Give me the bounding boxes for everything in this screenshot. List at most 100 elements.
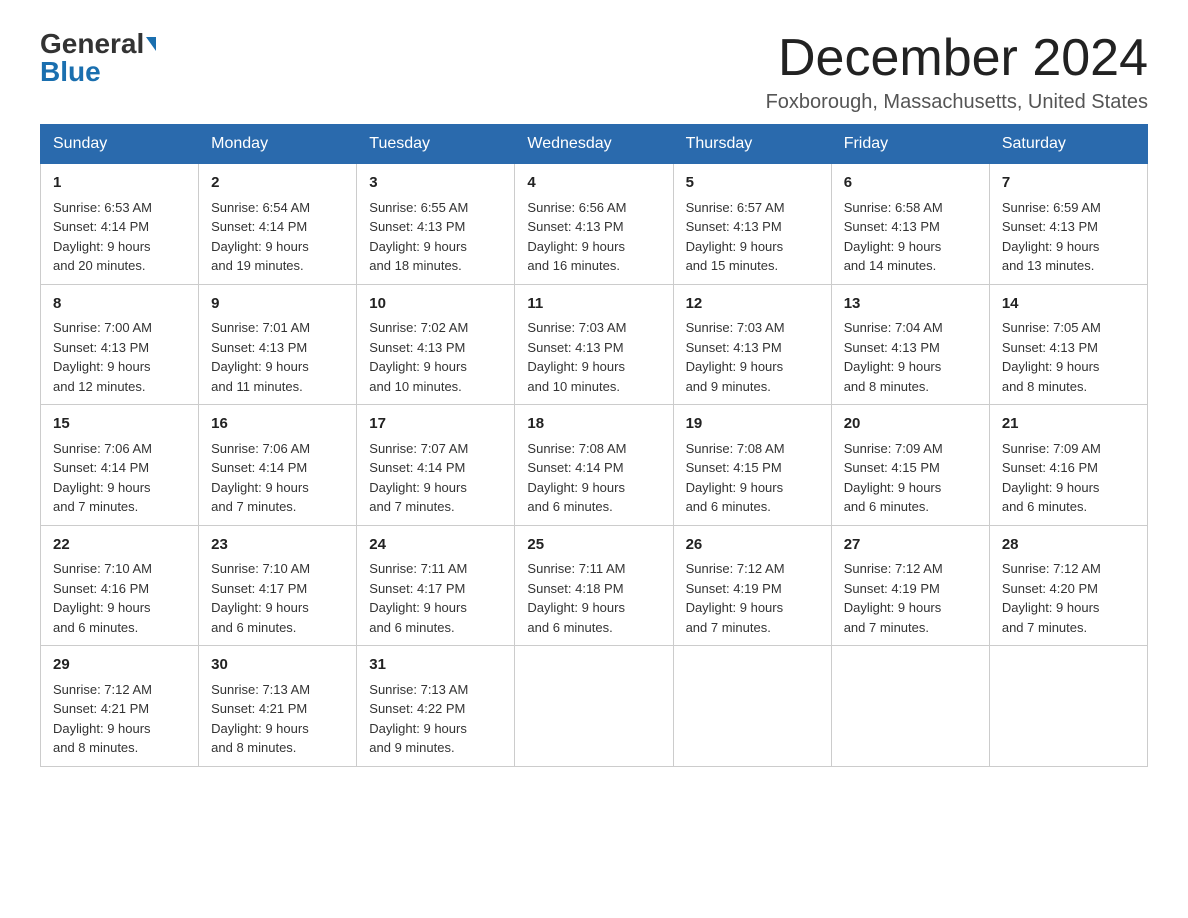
day-info: Sunrise: 6:55 AMSunset: 4:13 PMDaylight:… xyxy=(369,200,468,274)
day-info: Sunrise: 7:10 AMSunset: 4:17 PMDaylight:… xyxy=(211,561,310,635)
day-info: Sunrise: 7:13 AMSunset: 4:22 PMDaylight:… xyxy=(369,682,468,756)
calendar-day-cell: 6 Sunrise: 6:58 AMSunset: 4:13 PMDayligh… xyxy=(831,164,989,285)
day-info: Sunrise: 6:53 AMSunset: 4:14 PMDaylight:… xyxy=(53,200,152,274)
calendar-day-cell: 30 Sunrise: 7:13 AMSunset: 4:21 PMDaylig… xyxy=(199,646,357,767)
calendar-day-cell: 3 Sunrise: 6:55 AMSunset: 4:13 PMDayligh… xyxy=(357,164,515,285)
logo: General Blue xyxy=(40,30,156,86)
day-number: 14 xyxy=(1002,293,1135,316)
day-info: Sunrise: 7:12 AMSunset: 4:21 PMDaylight:… xyxy=(53,682,152,756)
day-info: Sunrise: 7:08 AMSunset: 4:14 PMDaylight:… xyxy=(527,441,626,515)
calendar-day-cell: 31 Sunrise: 7:13 AMSunset: 4:22 PMDaylig… xyxy=(357,646,515,767)
day-number: 17 xyxy=(369,413,502,436)
day-info: Sunrise: 6:58 AMSunset: 4:13 PMDaylight:… xyxy=(844,200,943,274)
day-info: Sunrise: 7:02 AMSunset: 4:13 PMDaylight:… xyxy=(369,320,468,394)
calendar-day-cell: 12 Sunrise: 7:03 AMSunset: 4:13 PMDaylig… xyxy=(673,284,831,405)
calendar-day-cell xyxy=(673,646,831,767)
day-number: 8 xyxy=(53,293,186,316)
day-info: Sunrise: 6:57 AMSunset: 4:13 PMDaylight:… xyxy=(686,200,785,274)
day-info: Sunrise: 7:05 AMSunset: 4:13 PMDaylight:… xyxy=(1002,320,1101,394)
calendar-week-row: 8 Sunrise: 7:00 AMSunset: 4:13 PMDayligh… xyxy=(41,284,1148,405)
day-number: 7 xyxy=(1002,172,1135,195)
day-info: Sunrise: 7:01 AMSunset: 4:13 PMDaylight:… xyxy=(211,320,310,394)
calendar-day-cell: 19 Sunrise: 7:08 AMSunset: 4:15 PMDaylig… xyxy=(673,405,831,526)
day-number: 11 xyxy=(527,293,660,316)
calendar-day-cell: 16 Sunrise: 7:06 AMSunset: 4:14 PMDaylig… xyxy=(199,405,357,526)
calendar-week-row: 15 Sunrise: 7:06 AMSunset: 4:14 PMDaylig… xyxy=(41,405,1148,526)
day-number: 30 xyxy=(211,654,344,677)
day-info: Sunrise: 7:07 AMSunset: 4:14 PMDaylight:… xyxy=(369,441,468,515)
calendar-day-cell: 21 Sunrise: 7:09 AMSunset: 4:16 PMDaylig… xyxy=(989,405,1147,526)
day-number: 13 xyxy=(844,293,977,316)
calendar-day-cell: 26 Sunrise: 7:12 AMSunset: 4:19 PMDaylig… xyxy=(673,525,831,646)
calendar-day-cell xyxy=(831,646,989,767)
day-number: 4 xyxy=(527,172,660,195)
weekday-header-thursday: Thursday xyxy=(673,125,831,164)
weekday-header-tuesday: Tuesday xyxy=(357,125,515,164)
calendar-day-cell: 4 Sunrise: 6:56 AMSunset: 4:13 PMDayligh… xyxy=(515,164,673,285)
calendar-day-cell: 27 Sunrise: 7:12 AMSunset: 4:19 PMDaylig… xyxy=(831,525,989,646)
weekday-header-sunday: Sunday xyxy=(41,125,199,164)
day-number: 27 xyxy=(844,534,977,557)
calendar-day-cell: 15 Sunrise: 7:06 AMSunset: 4:14 PMDaylig… xyxy=(41,405,199,526)
day-number: 28 xyxy=(1002,534,1135,557)
day-info: Sunrise: 7:03 AMSunset: 4:13 PMDaylight:… xyxy=(527,320,626,394)
day-number: 24 xyxy=(369,534,502,557)
calendar-day-cell: 29 Sunrise: 7:12 AMSunset: 4:21 PMDaylig… xyxy=(41,646,199,767)
day-number: 10 xyxy=(369,293,502,316)
day-number: 12 xyxy=(686,293,819,316)
day-number: 9 xyxy=(211,293,344,316)
day-number: 29 xyxy=(53,654,186,677)
day-info: Sunrise: 7:08 AMSunset: 4:15 PMDaylight:… xyxy=(686,441,785,515)
day-info: Sunrise: 7:12 AMSunset: 4:19 PMDaylight:… xyxy=(844,561,943,635)
calendar-day-cell: 14 Sunrise: 7:05 AMSunset: 4:13 PMDaylig… xyxy=(989,284,1147,405)
calendar-day-cell: 13 Sunrise: 7:04 AMSunset: 4:13 PMDaylig… xyxy=(831,284,989,405)
calendar-day-cell: 1 Sunrise: 6:53 AMSunset: 4:14 PMDayligh… xyxy=(41,164,199,285)
calendar-week-row: 29 Sunrise: 7:12 AMSunset: 4:21 PMDaylig… xyxy=(41,646,1148,767)
day-number: 31 xyxy=(369,654,502,677)
day-info: Sunrise: 6:56 AMSunset: 4:13 PMDaylight:… xyxy=(527,200,626,274)
day-number: 1 xyxy=(53,172,186,195)
logo-general: General xyxy=(40,30,144,58)
day-number: 3 xyxy=(369,172,502,195)
day-info: Sunrise: 7:11 AMSunset: 4:17 PMDaylight:… xyxy=(369,561,467,635)
calendar-day-cell: 8 Sunrise: 7:00 AMSunset: 4:13 PMDayligh… xyxy=(41,284,199,405)
calendar-day-cell: 18 Sunrise: 7:08 AMSunset: 4:14 PMDaylig… xyxy=(515,405,673,526)
month-title: December 2024 xyxy=(766,30,1148,87)
calendar-week-row: 22 Sunrise: 7:10 AMSunset: 4:16 PMDaylig… xyxy=(41,525,1148,646)
day-info: Sunrise: 7:09 AMSunset: 4:15 PMDaylight:… xyxy=(844,441,943,515)
day-number: 6 xyxy=(844,172,977,195)
day-number: 26 xyxy=(686,534,819,557)
calendar-day-cell: 23 Sunrise: 7:10 AMSunset: 4:17 PMDaylig… xyxy=(199,525,357,646)
calendar-table: SundayMondayTuesdayWednesdayThursdayFrid… xyxy=(40,124,1148,767)
day-number: 5 xyxy=(686,172,819,195)
weekday-header-friday: Friday xyxy=(831,125,989,164)
calendar-day-cell: 22 Sunrise: 7:10 AMSunset: 4:16 PMDaylig… xyxy=(41,525,199,646)
day-info: Sunrise: 7:06 AMSunset: 4:14 PMDaylight:… xyxy=(53,441,152,515)
calendar-day-cell xyxy=(515,646,673,767)
day-number: 22 xyxy=(53,534,186,557)
day-info: Sunrise: 7:12 AMSunset: 4:20 PMDaylight:… xyxy=(1002,561,1101,635)
day-info: Sunrise: 7:11 AMSunset: 4:18 PMDaylight:… xyxy=(527,561,625,635)
calendar-day-cell: 17 Sunrise: 7:07 AMSunset: 4:14 PMDaylig… xyxy=(357,405,515,526)
calendar-day-cell: 9 Sunrise: 7:01 AMSunset: 4:13 PMDayligh… xyxy=(199,284,357,405)
calendar-day-cell: 28 Sunrise: 7:12 AMSunset: 4:20 PMDaylig… xyxy=(989,525,1147,646)
day-number: 23 xyxy=(211,534,344,557)
page-header: General Blue December 2024 Foxborough, M… xyxy=(40,30,1148,114)
weekday-header-wednesday: Wednesday xyxy=(515,125,673,164)
calendar-day-cell: 5 Sunrise: 6:57 AMSunset: 4:13 PMDayligh… xyxy=(673,164,831,285)
calendar-day-cell xyxy=(989,646,1147,767)
calendar-day-cell: 24 Sunrise: 7:11 AMSunset: 4:17 PMDaylig… xyxy=(357,525,515,646)
title-block: December 2024 Foxborough, Massachusetts,… xyxy=(766,30,1148,114)
day-number: 15 xyxy=(53,413,186,436)
day-number: 20 xyxy=(844,413,977,436)
day-info: Sunrise: 7:10 AMSunset: 4:16 PMDaylight:… xyxy=(53,561,152,635)
weekday-header-monday: Monday xyxy=(199,125,357,164)
day-info: Sunrise: 7:04 AMSunset: 4:13 PMDaylight:… xyxy=(844,320,943,394)
location-subtitle: Foxborough, Massachusetts, United States xyxy=(766,91,1148,114)
day-info: Sunrise: 6:54 AMSunset: 4:14 PMDaylight:… xyxy=(211,200,310,274)
day-info: Sunrise: 6:59 AMSunset: 4:13 PMDaylight:… xyxy=(1002,200,1101,274)
logo-triangle-icon xyxy=(146,37,156,51)
day-info: Sunrise: 7:00 AMSunset: 4:13 PMDaylight:… xyxy=(53,320,152,394)
calendar-day-cell: 20 Sunrise: 7:09 AMSunset: 4:15 PMDaylig… xyxy=(831,405,989,526)
calendar-day-cell: 2 Sunrise: 6:54 AMSunset: 4:14 PMDayligh… xyxy=(199,164,357,285)
